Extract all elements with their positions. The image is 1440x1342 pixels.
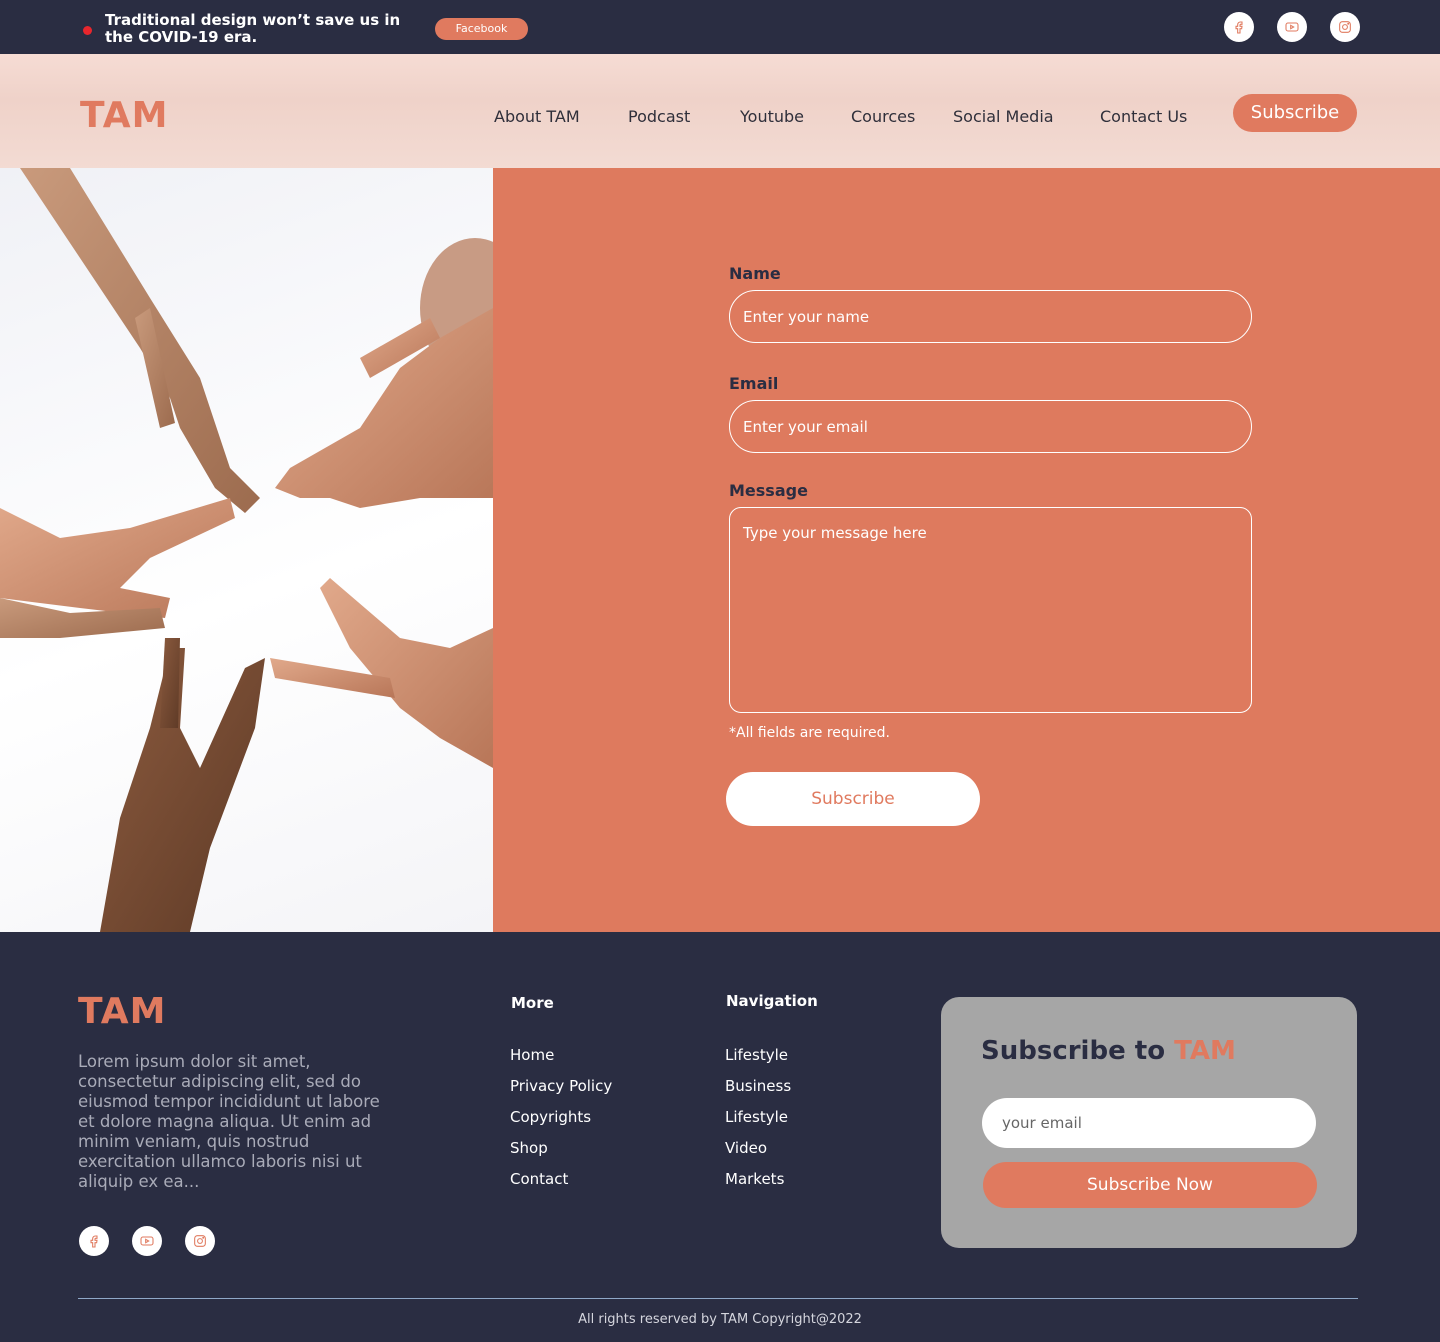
facebook-icon[interactable] bbox=[1224, 12, 1254, 42]
footer-link-markets[interactable]: Markets bbox=[725, 1169, 784, 1189]
required-note: *All fields are required. bbox=[729, 725, 890, 741]
footer-about-text: Lorem ipsum dolor sit amet, consectetur … bbox=[78, 1052, 380, 1191]
live-dot-icon bbox=[83, 26, 92, 35]
subscribe-title-brand: TAM bbox=[1174, 1036, 1236, 1066]
facebook-icon[interactable] bbox=[79, 1226, 109, 1256]
instagram-icon[interactable] bbox=[1330, 12, 1360, 42]
nav-contact-us[interactable]: Contact Us bbox=[1100, 107, 1187, 127]
nav-youtube[interactable]: Youtube bbox=[740, 107, 804, 127]
site-header: TAM About TAM Podcast Youtube Cources So… bbox=[0, 54, 1440, 168]
footer-more-title: More bbox=[511, 994, 554, 1012]
contact-form-panel: Name Email Message *All fields are requi… bbox=[493, 168, 1440, 932]
nav-podcast[interactable]: Podcast bbox=[628, 107, 690, 127]
subscribe-card-title: Subscribe to TAM bbox=[981, 1035, 1236, 1067]
footer-link-lifestyle[interactable]: Lifestyle bbox=[725, 1045, 788, 1065]
nav-courses[interactable]: Cources bbox=[851, 107, 915, 127]
subscribe-title-text: Subscribe to bbox=[981, 1036, 1175, 1066]
footer-link-home[interactable]: Home bbox=[510, 1045, 554, 1065]
form-subscribe-button[interactable]: Subscribe bbox=[726, 772, 980, 826]
footer-link-contact[interactable]: Contact bbox=[510, 1169, 568, 1189]
name-label: Name bbox=[729, 264, 781, 283]
footer-link-video[interactable]: Video bbox=[725, 1138, 767, 1158]
header-subscribe-button[interactable]: Subscribe bbox=[1233, 94, 1357, 132]
site-logo[interactable]: TAM bbox=[80, 96, 168, 136]
footer-copyright: All rights reserved by TAM Copyright@202… bbox=[578, 1312, 862, 1327]
hero-hands-star-image bbox=[0, 168, 493, 932]
youtube-icon[interactable] bbox=[1277, 12, 1307, 42]
top-bar: Traditional design won’t save us in the … bbox=[0, 0, 1440, 54]
facebook-pill-button[interactable]: Facebook bbox=[435, 18, 528, 40]
footer-navigation-title: Navigation bbox=[726, 992, 818, 1010]
top-headline[interactable]: Traditional design won’t save us in the … bbox=[105, 12, 405, 46]
subscribe-email-input[interactable] bbox=[982, 1098, 1316, 1148]
name-input[interactable] bbox=[729, 290, 1252, 343]
email-label: Email bbox=[729, 374, 779, 393]
nav-about[interactable]: About TAM bbox=[494, 107, 580, 127]
footer-link-shop[interactable]: Shop bbox=[510, 1138, 548, 1158]
footer-link-privacy-policy[interactable]: Privacy Policy bbox=[510, 1076, 612, 1096]
subscribe-card: Subscribe to TAM Subscribe Now bbox=[941, 997, 1357, 1248]
footer-logo[interactable]: TAM bbox=[78, 992, 166, 1032]
youtube-icon[interactable] bbox=[132, 1226, 162, 1256]
footer-divider bbox=[78, 1298, 1358, 1299]
subscribe-now-button[interactable]: Subscribe Now bbox=[983, 1162, 1317, 1208]
footer-link-business[interactable]: Business bbox=[725, 1076, 791, 1096]
footer-link-lifestyle-2[interactable]: Lifestyle bbox=[725, 1107, 788, 1127]
footer-link-copyrights[interactable]: Copyrights bbox=[510, 1107, 591, 1127]
message-textarea[interactable] bbox=[729, 507, 1252, 713]
nav-social-media[interactable]: Social Media bbox=[953, 107, 1054, 127]
site-footer: TAM Lorem ipsum dolor sit amet, consecte… bbox=[0, 932, 1440, 1342]
instagram-icon[interactable] bbox=[185, 1226, 215, 1256]
email-input[interactable] bbox=[729, 400, 1252, 453]
message-label: Message bbox=[729, 481, 808, 500]
